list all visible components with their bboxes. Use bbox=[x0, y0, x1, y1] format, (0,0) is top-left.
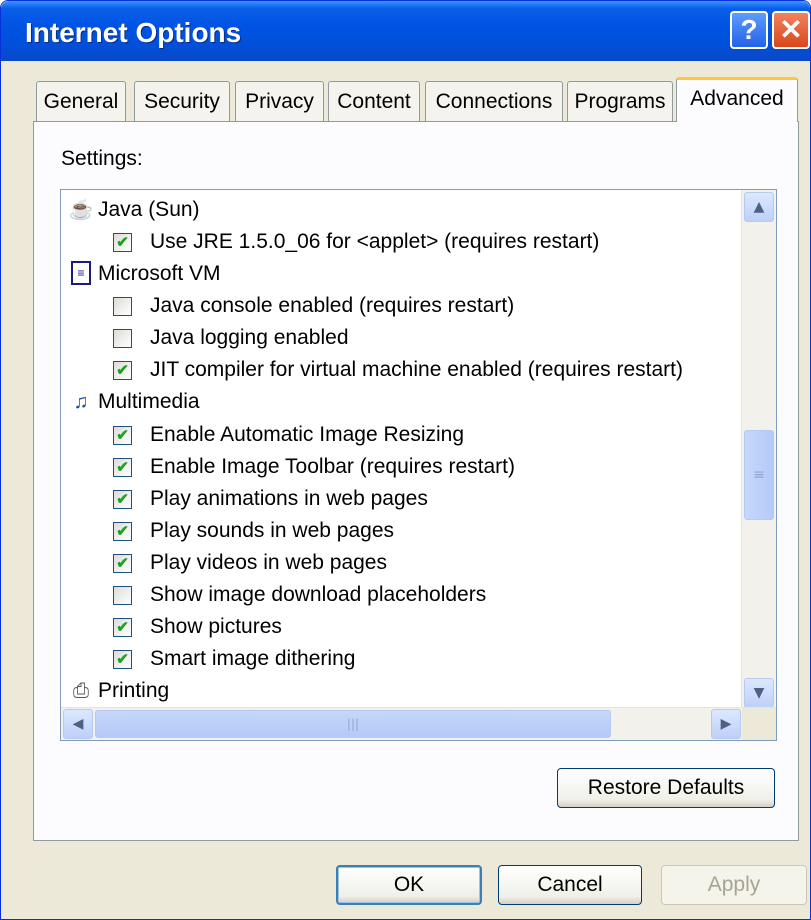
settings-label: Settings: bbox=[61, 147, 143, 170]
checkbox[interactable]: ✔ bbox=[113, 458, 132, 477]
ok-button[interactable]: OK bbox=[336, 865, 482, 905]
cancel-button[interactable]: Cancel bbox=[498, 865, 642, 905]
tab-connections[interactable]: Connections bbox=[425, 81, 563, 121]
tab-programs[interactable]: Programs bbox=[567, 81, 673, 121]
scroll-right-icon[interactable]: ▶ bbox=[711, 709, 741, 739]
option-label: Java console enabled (requires restart) bbox=[150, 294, 515, 317]
scroll-left-icon[interactable]: ◀ bbox=[63, 709, 93, 739]
checkbox[interactable] bbox=[113, 297, 132, 316]
checkbox[interactable]: ✔ bbox=[113, 618, 132, 637]
option-label: Show image download placeholders bbox=[150, 583, 487, 606]
help-button[interactable]: ? bbox=[730, 11, 768, 49]
vertical-scroll-thumb[interactable]: ≡ bbox=[744, 430, 774, 520]
option-label: Show pictures bbox=[150, 615, 282, 638]
option-label: JIT compiler for virtual machine enabled… bbox=[150, 358, 683, 381]
checkbox[interactable]: ✔ bbox=[113, 554, 132, 573]
option-label: Java logging enabled bbox=[150, 326, 349, 349]
option-label: Play videos in web pages bbox=[150, 551, 387, 574]
printer-icon: ⎙ bbox=[73, 680, 89, 702]
tab-privacy[interactable]: Privacy bbox=[235, 81, 324, 121]
option-label: Smart image dithering bbox=[150, 647, 356, 670]
scrollbar-corner bbox=[742, 708, 776, 740]
tab-content[interactable]: Content bbox=[328, 81, 420, 121]
checkbox[interactable] bbox=[113, 586, 132, 605]
checkbox[interactable]: ✔ bbox=[113, 522, 132, 541]
option-label: Enable Image Toolbar (requires restart) bbox=[150, 455, 515, 478]
option-label: Enable Automatic Image Resizing bbox=[150, 423, 465, 446]
horizontal-scrollbar[interactable]: ◀ ||| ▶ bbox=[61, 707, 776, 740]
settings-list[interactable]: ☕ Java (Sun) ✔ Use JRE 1.5.0_06 for <app… bbox=[60, 189, 777, 741]
checkbox[interactable]: ✔ bbox=[113, 650, 132, 669]
checkbox[interactable]: ✔ bbox=[113, 426, 132, 445]
tab-advanced[interactable]: Advanced bbox=[676, 77, 798, 122]
horizontal-scroll-thumb[interactable]: ||| bbox=[95, 710, 611, 738]
option-label: Use JRE 1.5.0_06 for <applet> (requires … bbox=[150, 230, 600, 253]
tab-security[interactable]: Security bbox=[134, 81, 230, 121]
scroll-up-icon[interactable]: ▲ bbox=[744, 192, 774, 222]
option-label: Play animations in web pages bbox=[150, 487, 428, 510]
title-bar[interactable]: Internet Options ? ✕ bbox=[1, 1, 810, 61]
option-label: Play sounds in web pages bbox=[150, 519, 394, 542]
checkbox[interactable]: ✔ bbox=[113, 361, 132, 380]
checkbox[interactable]: ✔ bbox=[113, 490, 132, 509]
document-icon: ≡ bbox=[71, 261, 91, 285]
java-cup-icon: ☕ bbox=[68, 199, 94, 221]
category-label: Multimedia bbox=[98, 390, 200, 413]
tab-general[interactable]: General bbox=[36, 81, 126, 121]
scroll-down-icon[interactable]: ▼ bbox=[744, 678, 774, 708]
checkbox[interactable] bbox=[113, 329, 132, 348]
checkbox[interactable]: ✔ bbox=[113, 233, 132, 252]
internet-options-dialog: Internet Options ? ✕ General Security Pr… bbox=[0, 0, 811, 920]
restore-defaults-button[interactable]: Restore Defaults bbox=[557, 768, 775, 808]
close-button[interactable]: ✕ bbox=[772, 11, 810, 49]
multimedia-icon: ♫ bbox=[73, 391, 89, 413]
apply-button[interactable]: Apply bbox=[661, 865, 807, 905]
vertical-scrollbar[interactable]: ▲ ≡ ▼ bbox=[741, 190, 776, 710]
category-label: Microsoft VM bbox=[98, 262, 221, 285]
category-label: Java (Sun) bbox=[98, 198, 200, 221]
window-title: Internet Options bbox=[25, 17, 242, 48]
category-label: Printing bbox=[98, 679, 170, 702]
